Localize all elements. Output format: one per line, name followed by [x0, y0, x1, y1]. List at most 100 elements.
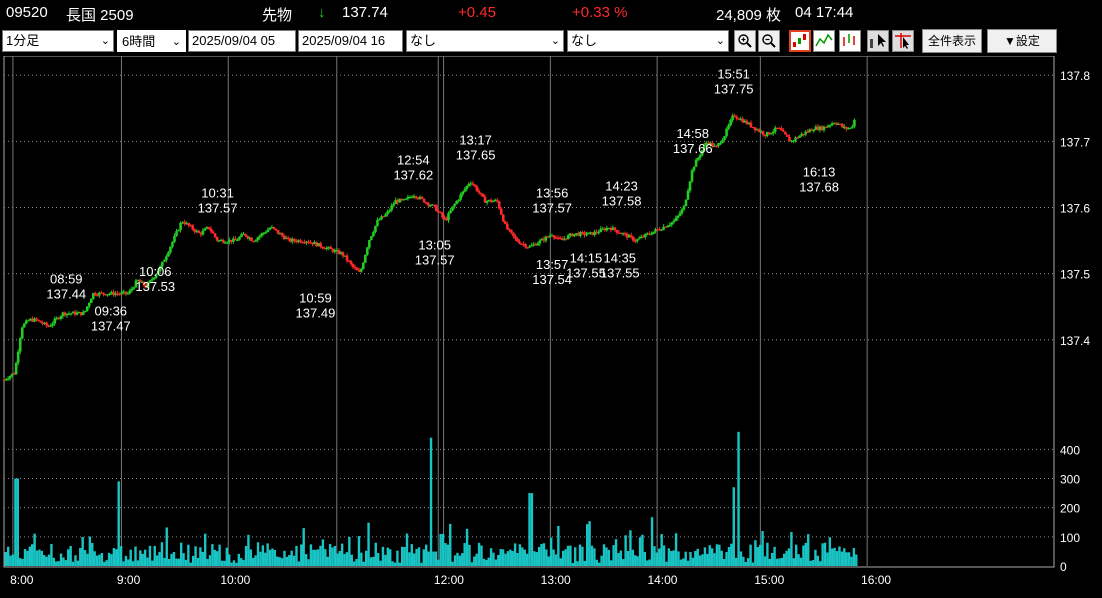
volume-bar	[266, 543, 269, 566]
volume-bar	[223, 560, 226, 566]
candle-body	[504, 221, 507, 224]
indicator-select-1[interactable]: なし ⌄	[406, 30, 564, 52]
candle-body	[749, 122, 753, 127]
bar-chart-button[interactable]	[839, 30, 861, 52]
volume-bar	[50, 543, 53, 566]
zoom-out-button[interactable]	[758, 30, 780, 52]
volume-bar	[766, 542, 769, 566]
candle-body	[130, 288, 134, 291]
annotation-price: 137.55	[600, 266, 640, 281]
candle-body	[171, 241, 174, 247]
time-tick-label: 12:00	[434, 573, 464, 587]
price-chart[interactable]: 08:59137.4409:36137.4710:06137.5310:3113…	[0, 56, 1102, 598]
volume-bar	[254, 555, 257, 566]
volume-bar	[658, 548, 661, 566]
candle-body	[771, 131, 775, 134]
volume-bar	[499, 549, 502, 566]
candle-body	[729, 120, 732, 126]
candle-body	[244, 233, 247, 236]
volume-bar	[141, 553, 144, 566]
volume-bar	[552, 549, 555, 566]
span-select[interactable]: 6時間 ⌄	[116, 29, 187, 53]
end-date-field[interactable]: 2025/09/04 16	[298, 30, 403, 52]
volume-bar	[16, 478, 19, 566]
magnifier-minus-icon	[762, 34, 776, 48]
candle-body	[660, 229, 663, 231]
candle-body	[792, 140, 795, 142]
annotation-time: 15:51	[717, 66, 750, 81]
candle-body	[81, 312, 85, 315]
volume-bar	[720, 550, 723, 566]
annotation-price: 137.68	[799, 180, 839, 195]
annotation-price: 137.66	[673, 141, 713, 156]
candle-body	[629, 235, 633, 237]
volume-bar	[155, 555, 159, 566]
candle-body	[524, 244, 527, 248]
volume-bar	[38, 549, 41, 566]
volume-bar	[482, 558, 486, 566]
crosshair-button[interactable]	[867, 30, 889, 52]
volume-bar	[549, 537, 553, 566]
volume-bar	[362, 561, 365, 566]
candle-body	[499, 208, 503, 215]
volume-bar	[850, 556, 853, 566]
candle-body	[676, 215, 680, 219]
candle-chart-button[interactable]	[789, 30, 811, 52]
interval-select[interactable]: 1分足 ⌄	[2, 30, 114, 52]
candle-body	[471, 183, 475, 185]
volume-bar	[583, 560, 586, 566]
show-all-button[interactable]: 全件表示	[922, 29, 982, 53]
volume-bar	[199, 547, 202, 566]
volume-bar	[194, 546, 197, 566]
annotation-time: 14:15	[570, 251, 603, 266]
volume-bar	[148, 545, 152, 566]
volume-bar	[588, 521, 591, 566]
annotation-price: 137.57	[198, 200, 238, 215]
candle-body	[672, 220, 676, 223]
volume-bar	[667, 548, 671, 566]
candle-body	[258, 235, 262, 238]
volume-bar	[384, 554, 387, 566]
candle-body	[321, 246, 324, 249]
volume-bar	[578, 544, 582, 566]
volume-bar	[456, 552, 459, 566]
volume-bar	[458, 555, 462, 566]
volume-bar	[427, 551, 430, 566]
volume-bar	[331, 547, 334, 566]
quote-header: 09520 長国 2509 先物 ↓ 137.74 +0.45 +0.33 % …	[0, 0, 1102, 26]
volume-bar	[179, 542, 183, 566]
line-chart-button[interactable]	[813, 30, 835, 52]
volume-bar	[746, 558, 750, 566]
candle-body	[650, 233, 653, 236]
chevron-down-icon: ⌄	[715, 35, 725, 47]
candle-body	[674, 218, 678, 221]
volume-bar	[598, 562, 601, 566]
volume-bar	[605, 547, 608, 566]
indicator-select-2[interactable]: なし ⌄	[567, 30, 729, 52]
price-tick-label: 137.6	[1060, 202, 1090, 216]
volume-bar	[165, 527, 168, 566]
volume-bar	[679, 559, 683, 566]
volume-bar	[465, 528, 469, 566]
candle-body	[670, 222, 674, 225]
zoom-in-button[interactable]	[734, 30, 756, 52]
volume-bar	[352, 561, 356, 566]
candle-body	[757, 129, 761, 132]
start-date-field[interactable]: 2025/09/04 05	[188, 30, 296, 52]
volume-bar	[569, 545, 572, 566]
candle-body	[39, 320, 42, 323]
candle-body	[173, 235, 176, 242]
volume-bar	[410, 544, 414, 566]
volume-bar	[504, 553, 507, 566]
volume-bar	[189, 562, 192, 566]
volume-bar	[684, 551, 687, 566]
trend-line-button[interactable]	[892, 30, 914, 52]
volume-bar	[336, 553, 339, 566]
candle-body	[35, 318, 38, 320]
price-tick-label: 137.5	[1060, 268, 1090, 282]
volume-bar	[69, 545, 72, 566]
settings-button[interactable]: ▼設定	[987, 29, 1057, 53]
volume-bar	[228, 554, 231, 566]
volume-bar	[302, 528, 305, 566]
volume-bar	[105, 560, 108, 566]
